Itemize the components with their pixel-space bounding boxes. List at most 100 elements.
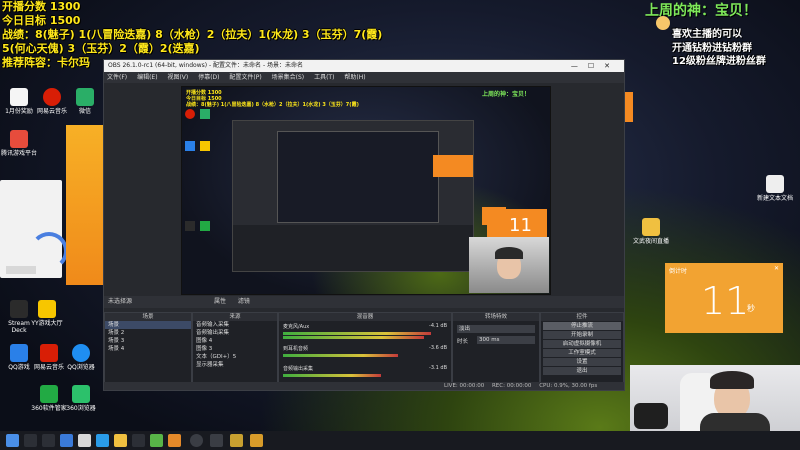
start-icon[interactable] [6,434,19,447]
timer-close-icon[interactable]: ✕ [774,265,779,272]
overlay-right-line3: 12级粉丝牌进粉丝群 [672,56,766,67]
wechat-icon[interactable] [150,434,163,447]
obs-preview[interactable]: 开播分数 1300 今日目标 1500 战绩：8(魅子) 1(八冒险迭嘉) 8（… [181,86,551,295]
source-toolbar: 未选择源 属性 滤镜 [104,296,624,308]
folder-icon[interactable] [114,434,127,447]
desktop-icon-wechat[interactable]: 微信 [66,88,104,115]
app-icon[interactable] [168,434,181,447]
virtual-camera-button[interactable]: 启动虚拟摄像机 [543,340,621,348]
webcam-feed [630,365,800,431]
streamer-shirt [700,413,770,431]
overlay-right-line1: 喜欢主播的可以 [672,29,742,40]
window-controls: —☐✕ [571,60,620,72]
desktop-icon-game-platform[interactable]: 腾讯游戏平台 [0,130,38,157]
overlay-line-record-2: 5(何心天傀) 3（玉芬）2（霞）2(迭嘉) [2,42,200,55]
source-item[interactable]: 图像 4 [193,337,277,345]
menu-help[interactable]: 帮助(H) [344,74,365,81]
filters-button[interactable]: 滤镜 [238,298,250,305]
browser-icon[interactable] [60,434,73,447]
scene-item[interactable]: 场景 3 [105,337,191,345]
source-item[interactable]: 文本（GDI+）5 [193,353,277,361]
obs-window: OBS 26.1.0-rc1 (64-bit, windows) - 配置文件：… [103,59,625,391]
obs-icon[interactable] [190,434,203,447]
preview-nested-obs [232,120,474,272]
no-source-label: 未选择源 [108,298,133,305]
obs-statusbar: LIVE: 00:00:00 REC: 00:00:00 CPU: 0.9%, … [104,382,624,390]
duration-label: 时长 [457,339,469,345]
scene-item[interactable]: 场景 4 [105,345,191,353]
menu-file[interactable]: 文件(F) [107,74,127,81]
menu-view[interactable]: 视图(V) [167,74,188,81]
source-item[interactable]: 显示器采集 [193,361,277,369]
decor-strip [625,92,633,122]
dialog-window [0,180,68,278]
properties-button[interactable]: 属性 [214,298,226,305]
desktop-icon-qqbrowser[interactable]: QQ浏览器 [62,344,100,371]
store-icon[interactable] [78,434,91,447]
preview-webcam [469,237,549,293]
obs-titlebar: OBS 26.1.0-rc1 (64-bit, windows) - 配置文件：… [104,60,624,72]
desktop-icon-live-folder[interactable]: 文武夜间直播 [632,218,670,245]
plush-toy [634,403,668,429]
sources-dock: 来源 音频输入采集 音频输出采集 图像 4 图像 3 文本（GDI+）5 显示器… [192,312,278,384]
menu-edit[interactable]: 编辑(E) [137,74,157,81]
maximize-button[interactable]: ☐ [588,62,604,70]
app-icon[interactable] [210,434,223,447]
mascot-icon [656,16,670,30]
task-view-icon[interactable] [42,434,55,447]
scenes-dock: 场景 场景 场景 2 场景 3 场景 4 [104,312,192,384]
app-icon[interactable] [132,434,145,447]
overlay-line-goal: 今日目标 1500 [2,14,81,27]
desktop-icon-360-browser[interactable]: 360浏览器 [62,385,100,412]
scene-item[interactable]: 场景 2 [105,329,191,337]
preview-weekly-title: 上周的神：宝贝！ [482,91,531,98]
loading-spinner-icon [30,232,68,270]
scene-item[interactable]: 场景 [105,321,191,329]
app-icon[interactable] [96,434,109,447]
obs-title-text: OBS 26.1.0-rc1 (64-bit, windows) - 配置文件：… [108,62,304,69]
menu-scene-collection[interactable]: 场景集合(S) [272,74,305,81]
cpu-fps: CPU: 0.9%, 30.00 fps [539,383,598,389]
stop-streaming-button[interactable]: 停止推流 [543,322,621,330]
close-button[interactable]: ✕ [604,62,620,70]
timer-unit: 秒 [747,304,755,313]
source-item[interactable]: 音频输出采集 [193,329,277,337]
start-recording-button[interactable]: 开始录制 [543,331,621,339]
mixer-channel: 到耳机音频 -3.6 dB [283,345,447,357]
mixer-channel: 麦克风/Aux -4.1 dB [283,323,447,339]
taskbar [0,431,800,450]
mixer-channel: 音频输出采集 -3.1 dB [283,365,447,377]
overlay-line-score: 开播分数 1300 [2,0,81,13]
duration-input[interactable]: 300 ms [477,336,535,344]
desktop-icon-yy[interactable]: YY游戏大厅 [28,300,66,327]
transitions-dock: 转场特效 淡出 时长 300 ms [452,312,540,384]
studio-mode-button[interactable]: 工作室模式 [543,349,621,357]
dialog-button[interactable] [6,266,36,274]
search-icon[interactable] [24,434,37,447]
scenes-header: 场景 [105,313,191,321]
menu-tools[interactable]: 工具(T) [314,74,334,81]
controls-header: 控件 [541,313,623,321]
minimize-button[interactable]: — [571,62,588,70]
source-item[interactable]: 音频输入采集 [193,321,277,329]
transition-select[interactable]: 淡出 [457,325,535,333]
settings-button[interactable]: 设置 [543,358,621,366]
streamer-hair [710,371,754,389]
transitions-header: 转场特效 [453,313,539,321]
obs-menubar: 文件(F) 编辑(E) 视图(V) 停靠(D) 配置文件(P) 场景集合(S) … [104,72,624,83]
promo-poster [66,125,104,285]
app-icon[interactable] [230,434,243,447]
timer-value: 11 [701,279,750,323]
menu-dock[interactable]: 停靠(D) [198,74,219,81]
mixer-header: 混音器 [279,313,451,321]
controls-dock: 控件 停止推流 开始录制 启动虚拟摄像机 工作室模式 设置 退出 [540,312,624,384]
live-time: LIVE: 00:00:00 [444,383,485,389]
exit-button[interactable]: 退出 [543,367,621,375]
menu-profile[interactable]: 配置文件(P) [229,74,261,81]
app-icon[interactable] [250,434,263,447]
sources-header: 来源 [193,313,277,321]
overlay-line-record: 战绩：8(魅子) 1(八冒险迭嘉) 8（水枪）2（拉夫）1(水龙) 3（玉芬）7… [2,28,383,41]
desktop-icon-new-text[interactable]: 新建文本文档 [756,175,794,202]
preview-desktop-icons [182,101,228,271]
source-item[interactable]: 图像 3 [193,345,277,353]
